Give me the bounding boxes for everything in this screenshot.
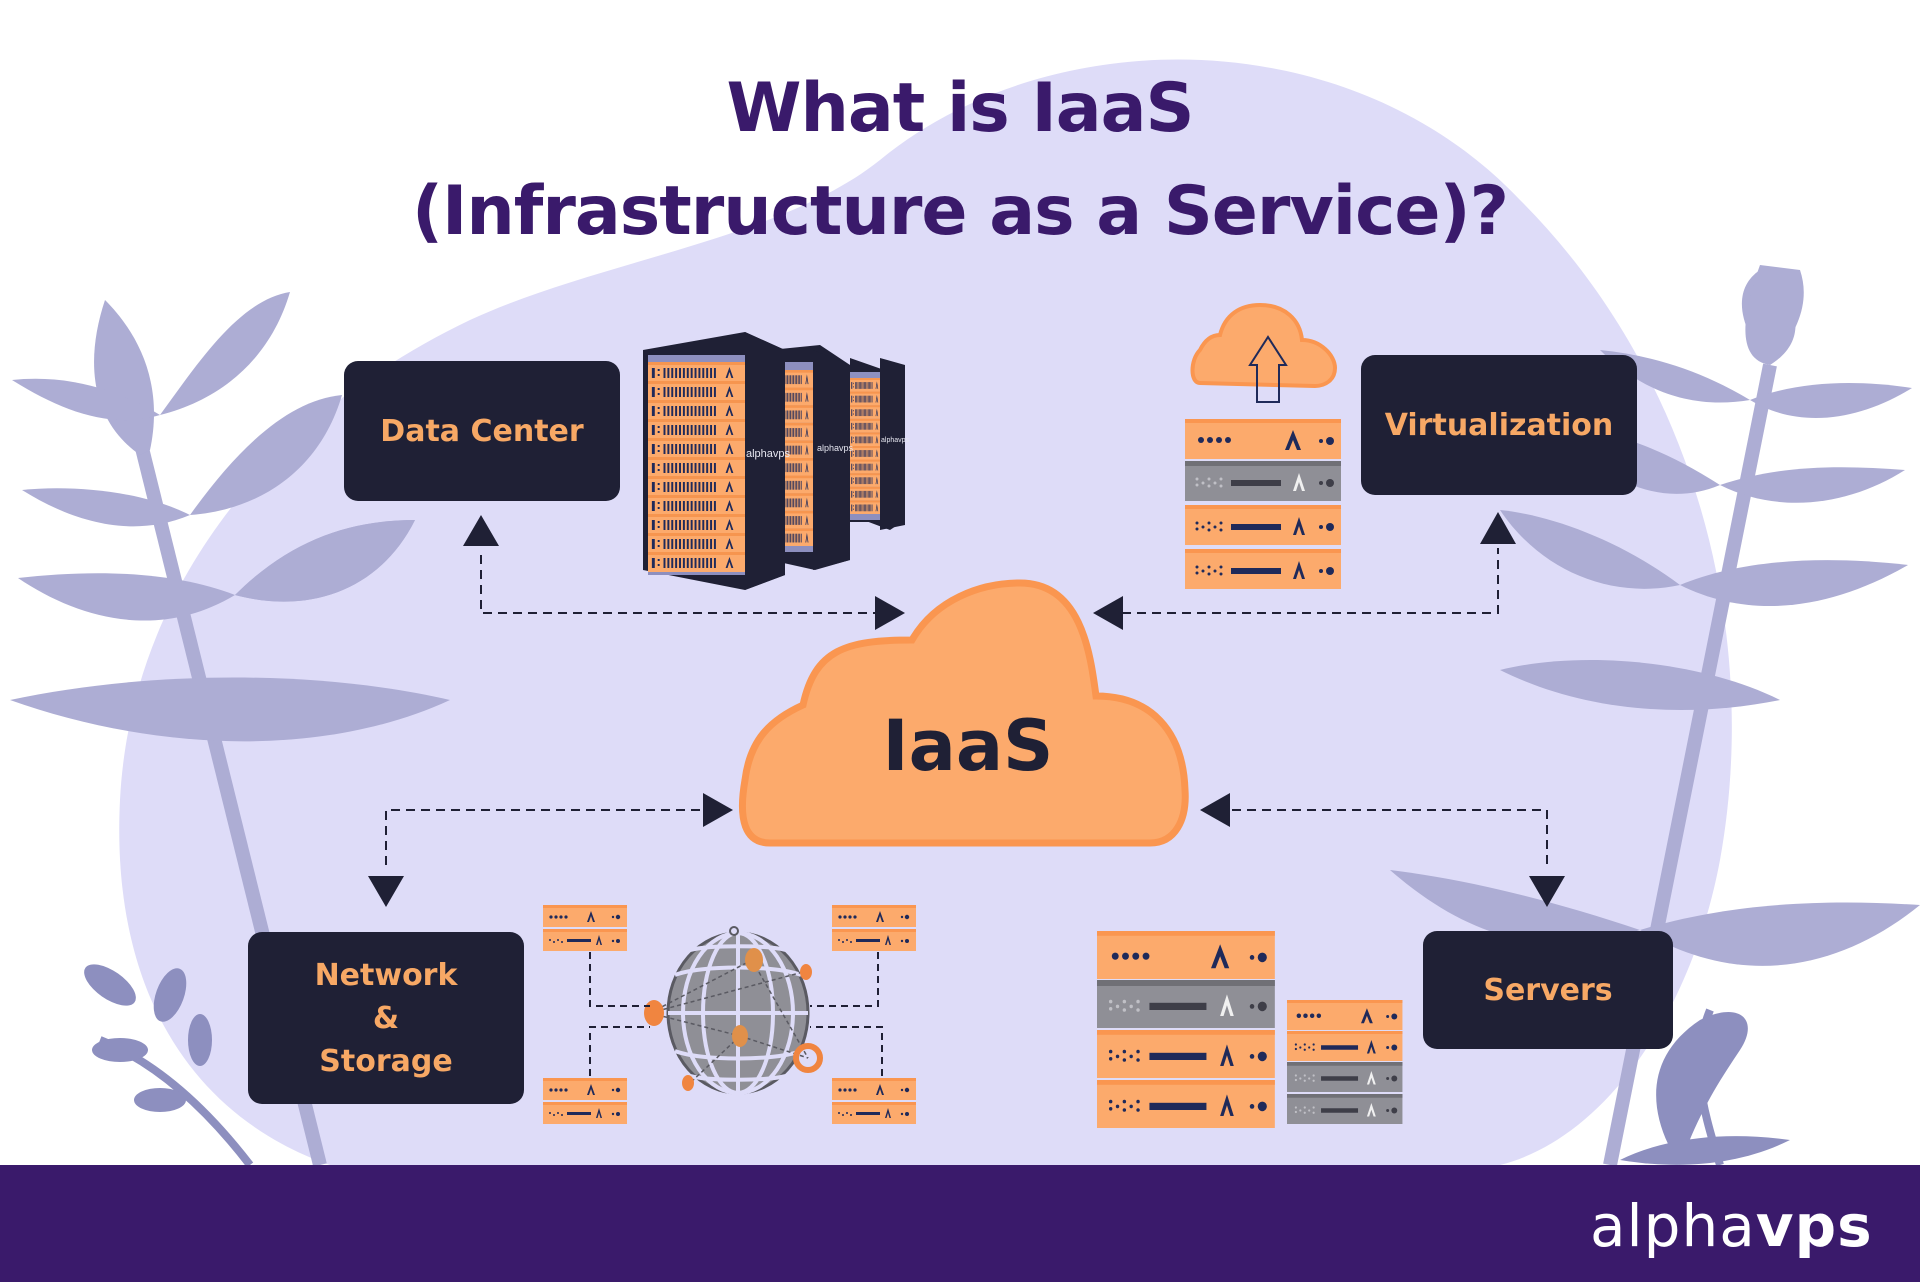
node-virtualization[interactable]: Virtualization — [1361, 355, 1637, 495]
logo-suffix: vps — [1755, 1192, 1873, 1260]
rack-brand-label: alphavps — [881, 437, 910, 444]
logo-prefix: alpha — [1590, 1192, 1756, 1260]
node-label-line: & — [372, 1000, 400, 1036]
rack-brand-label: alphavps — [817, 443, 854, 453]
page-title-line-1: What is IaaS — [726, 69, 1195, 148]
node-label: Virtualization — [1384, 407, 1614, 443]
page-title-line-2: (Infrastructure as a Service)? — [411, 172, 1509, 251]
node-label-line: Network — [314, 957, 458, 993]
node-network-storage[interactable]: Network & Storage — [248, 932, 524, 1104]
footer-logo-text: alphavps — [1590, 1192, 1873, 1260]
iaas-center-label: IaaS — [882, 705, 1054, 787]
node-label-line: Storage — [319, 1043, 453, 1079]
server-stack-small-icon — [1287, 1000, 1403, 1124]
node-data-center[interactable]: Data Center — [344, 361, 620, 501]
node-label: Servers — [1483, 972, 1613, 1008]
node-servers[interactable]: Servers — [1423, 931, 1673, 1049]
node-label: Data Center — [380, 413, 584, 449]
rack-brand-label: alphavps — [746, 448, 791, 460]
